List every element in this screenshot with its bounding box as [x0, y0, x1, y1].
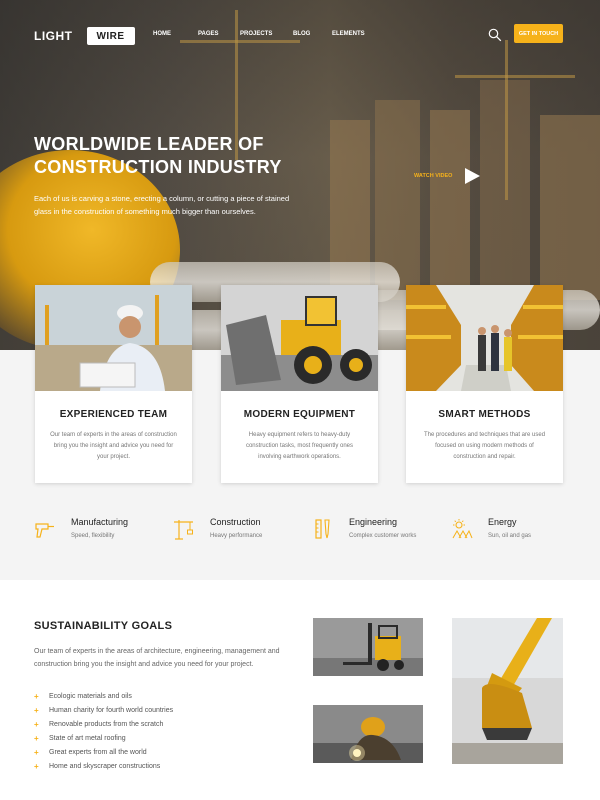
warehouse-photo: [406, 285, 563, 391]
list-item-label: State of art metal roofing: [49, 734, 126, 742]
tools-icon: [315, 519, 330, 539]
card-text: Heavy equipment refers to heavy-duty con…: [245, 432, 354, 460]
nav-projects[interactable]: PROJECTS: [240, 31, 272, 37]
card-title: EXPERIENCED TEAM: [59, 409, 168, 420]
logo[interactable]: LIGHT WIRE: [34, 27, 135, 45]
plus-icon: +: [34, 733, 39, 743]
feature-card-equipment[interactable]: MODERN EQUIPMENT Heavy equipment refers …: [221, 285, 378, 483]
nav-pages[interactable]: PAGES: [198, 31, 219, 37]
list-item: + Great experts from all the world: [34, 745, 173, 759]
card-title: SMART METHODS: [438, 409, 531, 420]
plus-icon: +: [34, 747, 39, 757]
play-icon[interactable]: [463, 167, 481, 185]
sustainability-title: SUSTAINABILITY GOALS: [34, 620, 173, 632]
list-item-label: Human charity for fourth world countries: [49, 706, 174, 714]
service-title: Construction: [210, 517, 261, 527]
service-sub: Complex customer works: [349, 533, 417, 539]
list-item: + Human charity for fourth world countrie…: [34, 703, 173, 717]
service-title: Manufacturing: [71, 517, 129, 527]
crane-icon: [174, 520, 193, 540]
welder-image: [313, 705, 423, 763]
plus-icon: +: [34, 691, 39, 701]
plus-icon: +: [34, 761, 39, 771]
hero-title: WORLDWIDE LEADER OF CONSTRUCTION INDUSTR…: [34, 133, 334, 179]
list-item: + State of art metal roofing: [34, 731, 173, 745]
list-item: + Home and skyscraper constructions: [34, 759, 173, 773]
logo-text-light: LIGHT: [34, 29, 73, 43]
plus-icon: +: [34, 719, 39, 729]
service-sub: Heavy performance: [210, 533, 263, 539]
hero-title-line1: WORLDWIDE LEADER OF: [34, 134, 264, 154]
watch-video-link[interactable]: WATCH VIDEO: [414, 173, 452, 179]
service-title: Energy: [488, 517, 517, 527]
list-item-label: Ecologic materials and oils: [49, 692, 132, 700]
nav-blog[interactable]: BLOG: [293, 31, 310, 37]
list-item-label: Renovable products from the scratch: [49, 720, 164, 728]
card-title: MODERN EQUIPMENT: [243, 409, 356, 420]
plus-icon: +: [34, 705, 39, 715]
service-title: Engineering: [349, 517, 398, 527]
get-in-touch-button[interactable]: GET IN TOUCH: [514, 24, 563, 43]
team-photo: [35, 285, 192, 391]
forklift-image: [313, 618, 423, 676]
nav-home[interactable]: HOME: [153, 31, 171, 37]
logo-text-wire: WIRE: [86, 27, 135, 45]
list-item-label: Great experts from all the world: [49, 748, 147, 756]
drill-icon: [35, 523, 54, 538]
feature-card-team[interactable]: EXPERIENCED TEAM Our team of experts in …: [35, 285, 192, 483]
sun-icon: [452, 519, 473, 539]
card-text: The procedures and techniques that are u…: [423, 432, 546, 460]
sustainability-text: Our team of experts in the areas of arch…: [34, 648, 280, 668]
service-sub: Speed, flexibility: [71, 533, 115, 539]
search-icon[interactable]: [488, 28, 502, 42]
nav-elements[interactable]: ELEMENTS: [332, 31, 365, 37]
hero-title-line2: CONSTRUCTION INDUSTRY: [34, 157, 282, 177]
service-sub: Sun, oil and gas: [488, 533, 532, 539]
hero-text: Each of us is carving a stone, erecting …: [34, 194, 290, 216]
list-item-label: Home and skyscraper constructions: [49, 762, 161, 770]
feature-card-methods[interactable]: SMART METHODS The procedures and techniq…: [406, 285, 563, 483]
sustainability-list: + Ecologic materials and oils + Human char…: [34, 689, 173, 773]
list-item: + Renovable products from the scratch: [34, 717, 173, 731]
card-text: Our team of experts in the areas of cons…: [50, 432, 177, 460]
excavator-image: [452, 618, 563, 764]
loader-photo: [221, 285, 378, 391]
list-item: + Ecologic materials and oils: [34, 689, 173, 703]
